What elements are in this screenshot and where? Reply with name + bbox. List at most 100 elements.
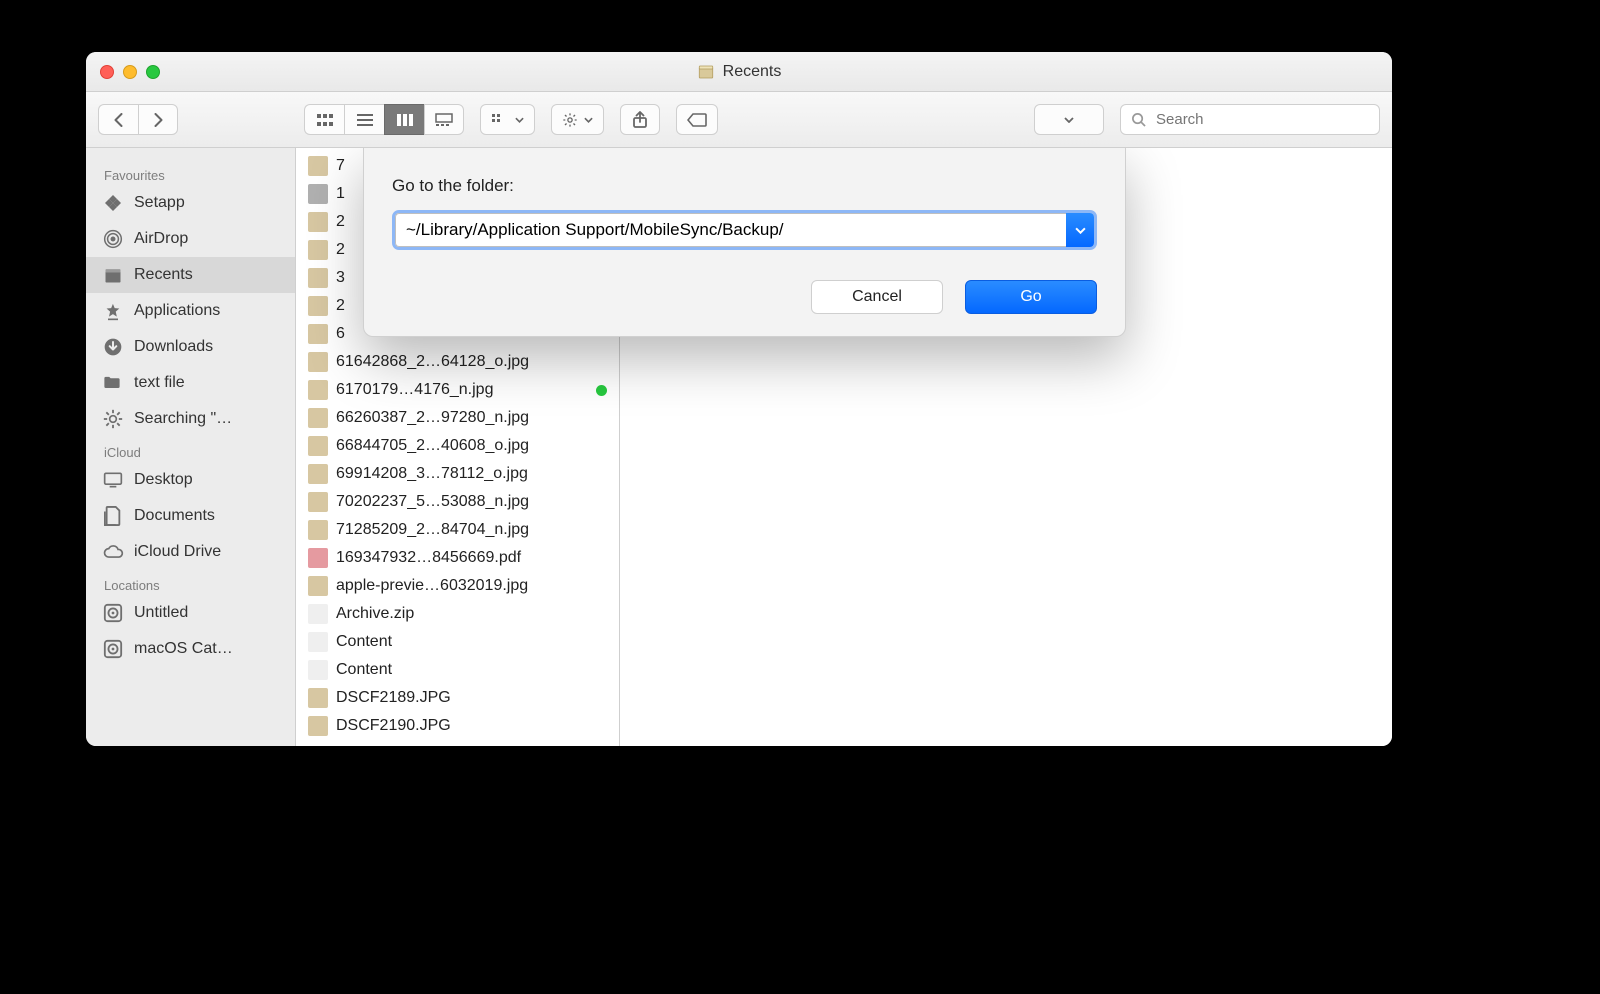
cloud-icon (102, 541, 124, 563)
sidebar-item[interactable]: text file (86, 365, 295, 401)
icon-view-button[interactable] (304, 104, 344, 135)
documents-icon (102, 505, 124, 527)
file-row[interactable]: 6170179…4176_n.jpg (296, 376, 619, 404)
sidebar-item[interactable]: Untitled (86, 595, 295, 631)
finder-window: Recents (86, 52, 1392, 746)
sidebar-heading: iCloud (86, 437, 295, 462)
file-thumbnail-icon (308, 604, 328, 624)
sidebar-item[interactable]: Setapp (86, 185, 295, 221)
file-thumbnail-icon (308, 716, 328, 736)
chevron-down-icon (515, 117, 524, 123)
file-row[interactable]: 61642868_2…64128_o.jpg (296, 348, 619, 376)
back-button[interactable] (98, 104, 138, 135)
file-row[interactable]: 169347932…8456669.pdf (296, 544, 619, 572)
sidebar-item-label: Recents (134, 266, 193, 284)
list-view-button[interactable] (344, 104, 384, 135)
gallery-view-button[interactable] (424, 104, 464, 135)
file-thumbnail-icon (308, 296, 328, 316)
window-title: Recents (697, 63, 782, 81)
window-title-text: Recents (723, 63, 782, 81)
cancel-button[interactable]: Cancel (811, 280, 943, 314)
file-thumbnail-icon (308, 324, 328, 344)
grid-icon (102, 192, 124, 214)
tags-button[interactable] (676, 104, 718, 135)
file-thumbnail-icon (308, 268, 328, 288)
tag-dot-icon (596, 385, 607, 396)
group-by-button-group (480, 104, 535, 135)
search-field[interactable] (1120, 104, 1380, 135)
sidebar-item[interactable]: macOS Cat… (86, 631, 295, 667)
forward-button[interactable] (138, 104, 178, 135)
file-thumbnail-icon (308, 184, 328, 204)
file-row[interactable]: Archive.zip (296, 600, 619, 628)
file-name: 61642868_2…64128_o.jpg (336, 353, 607, 371)
zoom-window-button[interactable] (146, 65, 160, 79)
file-thumbnail-icon (308, 380, 328, 400)
nav-buttons (98, 104, 178, 135)
column-view-button[interactable] (384, 104, 424, 135)
file-name: Content (336, 633, 607, 651)
search-input[interactable] (1154, 110, 1369, 129)
tag-icon (687, 113, 707, 127)
sidebar-item-label: text file (134, 374, 185, 392)
file-row[interactable]: 66260387_2…97280_n.jpg (296, 404, 619, 432)
file-row[interactable]: 66844705_2…40608_o.jpg (296, 432, 619, 460)
file-thumbnail-icon (308, 520, 328, 540)
sidebar-item[interactable]: Searching "… (86, 401, 295, 437)
file-name: Archive.zip (336, 605, 607, 623)
dropdown-button[interactable] (1034, 104, 1104, 135)
folder-path-combo[interactable] (392, 210, 1097, 250)
file-name: DSCF2190.JPG (336, 717, 607, 735)
file-thumbnail-icon (308, 156, 328, 176)
file-row[interactable]: Content (296, 656, 619, 684)
sidebar-item-label: Downloads (134, 338, 213, 356)
file-row[interactable]: Content (296, 628, 619, 656)
file-thumbnail-icon (308, 548, 328, 568)
desktop-icon (102, 469, 124, 491)
chevron-down-icon (584, 117, 593, 123)
folder-path-input[interactable] (395, 213, 1066, 247)
titlebar: Recents (86, 52, 1392, 92)
group-by-button[interactable] (480, 104, 535, 135)
disk-icon (102, 638, 124, 660)
file-row[interactable]: 70202237_5…53088_n.jpg (296, 488, 619, 516)
sidebar-item[interactable]: Documents (86, 498, 295, 534)
folder-icon (102, 372, 124, 394)
file-row[interactable]: DSCF2190.JPG (296, 712, 619, 740)
file-thumbnail-icon (308, 240, 328, 260)
sidebar-item[interactable]: iCloud Drive (86, 534, 295, 570)
close-window-button[interactable] (100, 65, 114, 79)
minimize-window-button[interactable] (123, 65, 137, 79)
gear-icon (102, 408, 124, 430)
action-button-group (551, 104, 604, 135)
file-thumbnail-icon (308, 688, 328, 708)
file-thumbnail-icon (308, 352, 328, 372)
sidebar-item[interactable]: Applications (86, 293, 295, 329)
sidebar-heading: Locations (86, 570, 295, 595)
sidebar-item[interactable]: Recents (86, 257, 295, 293)
sidebar-heading: Favourites (86, 160, 295, 185)
airdrop-icon (102, 228, 124, 250)
file-row[interactable]: DSCF2189.JPG (296, 684, 619, 712)
sidebar-item[interactable]: Downloads (86, 329, 295, 365)
file-row[interactable]: apple-previe…6032019.jpg (296, 572, 619, 600)
toolbar (86, 92, 1392, 148)
file-name: 69914208_3…78112_o.jpg (336, 465, 607, 483)
sidebar-item-label: Setapp (134, 194, 185, 212)
file-name: 71285209_2…84704_n.jpg (336, 521, 607, 539)
share-button[interactable] (620, 104, 660, 135)
sidebar-item[interactable]: AirDrop (86, 221, 295, 257)
file-name: 6170179…4176_n.jpg (336, 381, 588, 399)
file-name: 70202237_5…53088_n.jpg (336, 493, 607, 511)
file-row[interactable]: 71285209_2…84704_n.jpg (296, 516, 619, 544)
sidebar-item[interactable]: Desktop (86, 462, 295, 498)
view-mode-buttons (304, 104, 464, 135)
go-button[interactable]: Go (965, 280, 1097, 314)
action-menu-button[interactable] (551, 104, 604, 135)
file-row[interactable]: 69914208_3…78112_o.jpg (296, 460, 619, 488)
share-icon (632, 111, 648, 129)
go-to-folder-dialog: Go to the folder: Cancel Go (363, 148, 1126, 337)
folder-path-dropdown[interactable] (1066, 213, 1094, 247)
file-thumbnail-icon (308, 632, 328, 652)
file-thumbnail-icon (308, 660, 328, 680)
